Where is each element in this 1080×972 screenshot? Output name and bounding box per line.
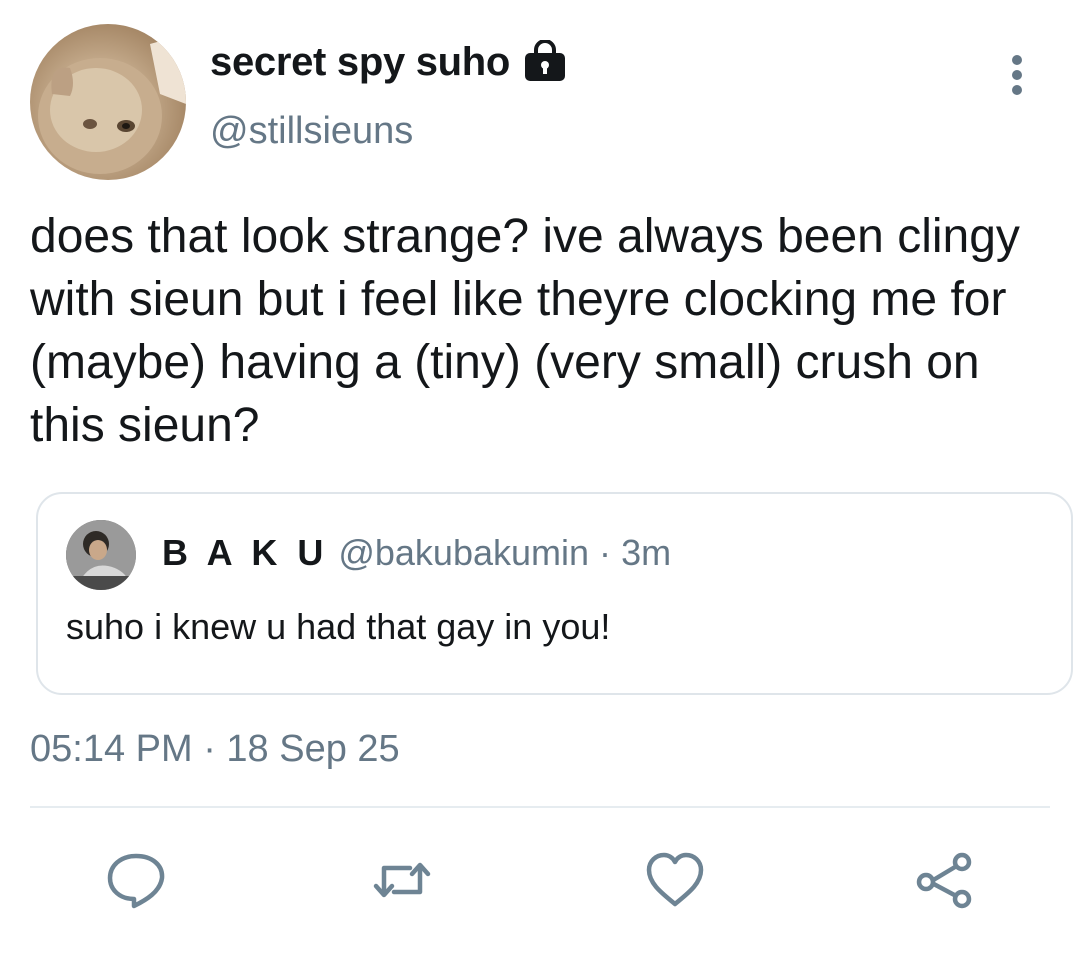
author-display-name[interactable]: secret spy suho bbox=[210, 40, 510, 85]
speech-bubble-icon bbox=[107, 853, 165, 909]
share-nodes-icon bbox=[916, 852, 972, 909]
retweet-arrows-icon bbox=[373, 862, 431, 898]
quoted-tweet-text: suho i knew u had that gay in you! bbox=[66, 606, 611, 647]
user-photo-avatar bbox=[66, 520, 136, 590]
author-avatar[interactable] bbox=[30, 24, 186, 180]
quoted-tweet[interactable]: B A K U @bakubakumin · 3m suho i knew u … bbox=[36, 492, 1073, 695]
divider bbox=[30, 806, 1050, 808]
heart-icon bbox=[646, 852, 704, 907]
quoted-separator: · bbox=[599, 532, 612, 573]
share-button[interactable] bbox=[912, 848, 976, 912]
more-vertical-icon[interactable] bbox=[1004, 52, 1030, 102]
reply-button[interactable] bbox=[104, 848, 168, 912]
like-button[interactable] bbox=[643, 848, 707, 912]
tweet-timestamp[interactable]: 05:14 PM · 18 Sep 25 bbox=[30, 728, 400, 771]
quoted-tweet-time: 3m bbox=[621, 532, 672, 573]
quoted-tweet-header: B A K U @bakubakumin · 3m bbox=[162, 532, 671, 574]
quoted-author-name[interactable]: B A K U bbox=[162, 532, 328, 573]
cat-avatar-image bbox=[38, 34, 186, 174]
lock-icon bbox=[525, 40, 565, 81]
tweet-text: does that look strange? ive always been … bbox=[30, 210, 1020, 452]
author-handle[interactable]: @stillsieuns bbox=[210, 110, 413, 153]
quoted-author-handle[interactable]: @bakubakumin bbox=[338, 532, 589, 573]
tweet-card: secret spy suho @stillsieuns does that l… bbox=[0, 0, 1080, 972]
quoted-author-avatar[interactable] bbox=[66, 520, 136, 590]
retweet-button[interactable] bbox=[370, 848, 434, 912]
